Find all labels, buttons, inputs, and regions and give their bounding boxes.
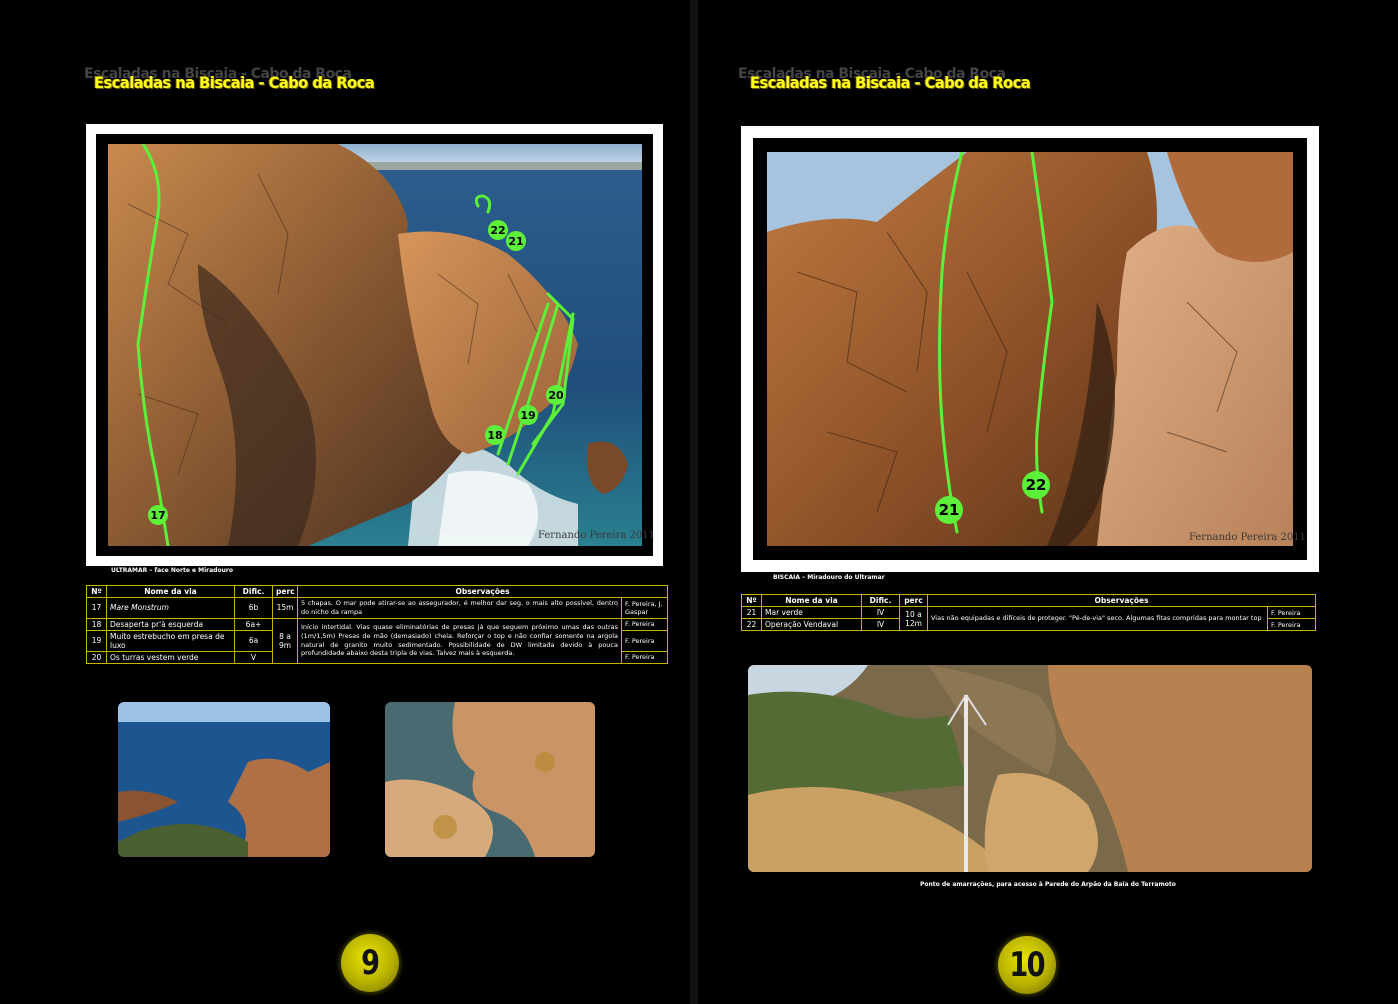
col-header-length: perc [899,594,928,607]
route-author: F. Pereira [621,629,668,652]
thumbnail-rock-detail [385,702,595,857]
route-num: 21 [741,606,762,619]
routes-table: Nº Nome da via Dific. perc Observações 1… [86,585,668,664]
route-label-22: 22 [1022,471,1050,499]
route-label-21: 21 [935,496,963,524]
route-label-21: 21 [506,231,526,251]
cliff-photo-illustration [108,144,642,546]
col-header-name: Nome da via [761,594,862,607]
route-grade: IV [861,606,900,619]
route-name: Muito estrebucho em presa de luxo [106,629,235,652]
route-grade: 6b [234,597,273,619]
group-length: 8 a 9m [272,617,298,664]
route-author: F. Pereira [621,650,668,664]
route-num: 18 [86,617,107,631]
table-header-row: Nº Nome da via Dific. perc Observações [86,585,668,598]
header-title: Escaladas na Biscaia - Cabo da Roca [750,73,1031,92]
route-length: 15m [272,597,298,619]
route-grade: V [234,650,273,664]
route-name: Desaperta pr'à esquerda [106,617,235,631]
photo-caption: BISCAIA – Miradouro do Ultramar [773,574,885,581]
routes-table: Nº Nome da via Dific. perc Observações 2… [741,594,1316,631]
route-label-20: 20 [546,385,566,405]
route-name: Operação Vendaval [761,618,862,631]
route-author: F. Pereira [1267,606,1316,619]
route-grade: 6a+ [234,617,273,631]
route-num: 17 [86,597,107,619]
table-row: 18 Desaperta pr'à esquerda 6a+ 8 a 9m In… [86,617,668,664]
col-header-length: perc [272,585,298,598]
table-row: 17 Mare Monstrum 6b 15m 5 chapas. O mar … [86,597,668,619]
route-grade: IV [861,618,900,631]
route-num: 20 [86,650,107,664]
header-title: Escaladas na Biscaia - Cabo da Roca [94,73,375,92]
main-photo-frame: 21 22 Fernando Pereira 2011 [741,126,1319,572]
col-header-num: Nº [86,585,107,598]
page-left: Escaladas na Biscaia - Cabo da Roca Esca… [0,0,690,1004]
col-header-grade: Dific. [861,594,900,607]
photo-signature: Fernando Pereira 2011 [1189,532,1306,543]
thumbnail-coast-sea [118,702,330,857]
photo-caption: ULTRAMAR – face Norte e Miradouro [111,567,233,574]
route-obs: 5 chapas. O mar pode atirar-se ao assegu… [297,597,622,619]
bottom-photo-caption: Ponto de amarrações, para acesso à Pared… [920,881,1176,888]
main-photo-frame: 17 18 19 20 21 22 Fernando Pereira 2011 [86,124,663,566]
group-obs: Início intertidal. Vias quase eliminatór… [297,617,622,664]
photo-anchor-point [748,665,1312,872]
route-name: Mare Monstrum [106,597,235,619]
table-header-row: Nº Nome da via Dific. perc Observações [741,594,1316,607]
page-number-badge: 10 [998,936,1056,994]
route-label-18: 18 [485,425,505,445]
main-photo [108,144,642,546]
col-header-num: Nº [741,594,762,607]
col-header-obs: Observações [927,594,1316,607]
route-label-19: 19 [518,405,538,425]
route-name: Mar verde [761,606,862,619]
route-author: F. Pereira [1267,618,1316,631]
col-header-name: Nome da via [106,585,235,598]
route-grade: 6a [234,629,273,652]
route-author: F. Pereira, J. Gaspar [621,597,668,619]
page-number: 9 [361,943,380,983]
route-author: F. Pereira [621,617,668,631]
route-label-22: 22 [488,220,508,240]
page-gutter [690,0,698,1004]
route-num: 22 [741,618,762,631]
route-num: 19 [86,629,107,652]
route-label-17: 17 [148,505,168,525]
table-row: 21 Mar verde IV 10 a 12m Vias não equipa… [741,606,1316,631]
col-header-grade: Dific. [234,585,273,598]
page-number-badge: 9 [341,934,399,992]
photo-signature: Fernando Pereira 2011 [538,530,655,541]
route-name: Os turras vestem verde [106,650,235,664]
col-header-obs: Observações [297,585,668,598]
group-obs: Vias não equipadas e difíceis de protege… [927,606,1268,631]
page-number: 10 [1009,945,1046,985]
group-length: 10 a 12m [899,606,928,631]
page-right: Escaladas na Biscaia - Cabo da Roca Esca… [698,0,1398,1004]
